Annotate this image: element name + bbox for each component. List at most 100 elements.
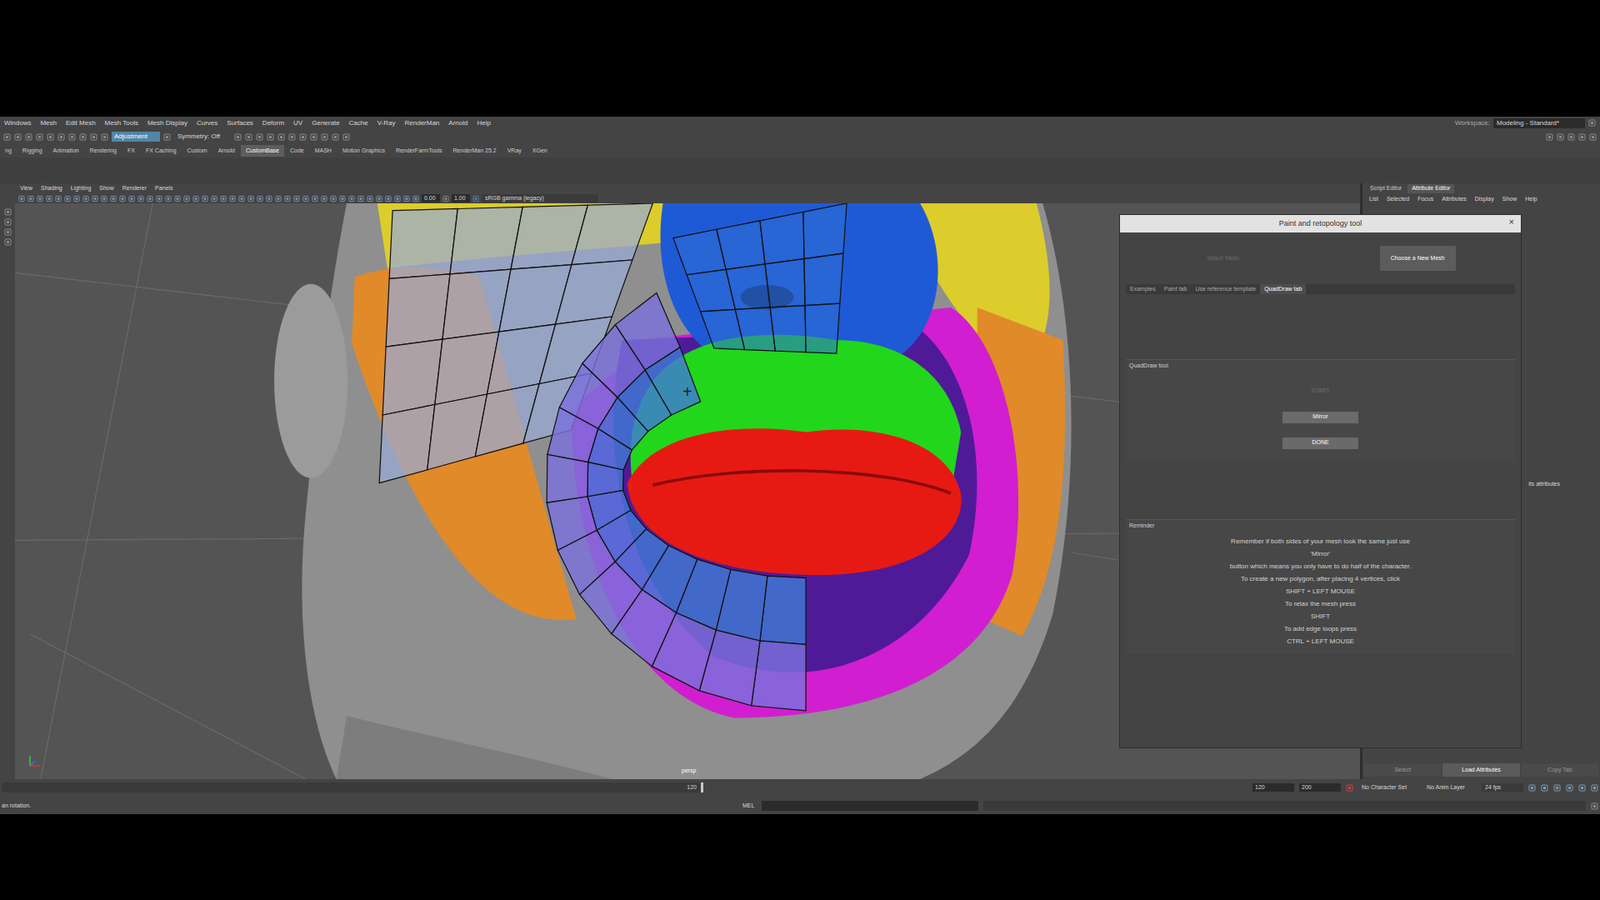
time-slider[interactable]: 120: [1, 782, 704, 793]
editor-button[interactable]: Copy Tab: [1521, 763, 1599, 777]
editor-tab[interactable]: Attribute Editor: [1407, 184, 1455, 194]
layout-icon[interactable]: [1589, 133, 1597, 141]
retopology-dialog[interactable]: Paint and retopology tool×Select MeshCho…: [1119, 214, 1522, 749]
menu-item[interactable]: Mesh: [40, 118, 57, 129]
playback-icon[interactable]: [1540, 784, 1549, 792]
viewport-tool-icon[interactable]: [64, 195, 71, 203]
layout-icon[interactable]: [1578, 133, 1586, 141]
editor-menu-item[interactable]: Focus: [1417, 195, 1434, 205]
quaddraw-button[interactable]: DONE: [1282, 437, 1359, 450]
tool-icon[interactable]: [14, 133, 22, 141]
layout-icon[interactable]: [1556, 133, 1565, 141]
render-icon[interactable]: [320, 133, 329, 141]
fps-dropdown[interactable]: 24 fps: [1481, 783, 1524, 793]
menu-item[interactable]: Mesh Tools: [105, 118, 139, 129]
playback-icon[interactable]: [1590, 784, 1599, 792]
viewport-tool-icon[interactable]: [137, 195, 145, 203]
dialog-tab[interactable]: Paint tab: [1160, 284, 1192, 295]
tool-icon[interactable]: [68, 133, 76, 141]
editor-menu-item[interactable]: List: [1369, 195, 1379, 205]
playback-icon[interactable]: [1578, 784, 1586, 792]
gamma-field[interactable]: 1.00: [451, 194, 470, 204]
shelf-tab[interactable]: FX: [122, 145, 140, 158]
tool-icon[interactable]: [90, 133, 98, 141]
viewport-tool-icon[interactable]: [311, 195, 319, 203]
panel-menu-item[interactable]: Show: [99, 184, 115, 194]
viewport-tool-icon[interactable]: [238, 195, 245, 203]
viewport-tool-icon[interactable]: [27, 195, 35, 203]
tool-icon[interactable]: [57, 133, 65, 141]
dialog-tab[interactable]: Use reference template: [1190, 284, 1260, 295]
viewport-tool-icon[interactable]: [183, 195, 190, 203]
render-icon[interactable]: [310, 133, 318, 141]
menu-item[interactable]: Curves: [196, 118, 218, 129]
viewport-tool-icon[interactable]: [55, 195, 62, 203]
playback-icon[interactable]: [1553, 784, 1561, 792]
viewport-tool-icon[interactable]: [265, 195, 273, 203]
shelf-tab[interactable]: RenderMan 25.2: [448, 145, 502, 158]
viewport-tool-icon[interactable]: [192, 195, 200, 203]
viewport-tool-icon[interactable]: [375, 195, 383, 203]
shelf-tab[interactable]: Rendering: [85, 145, 122, 158]
tool-icon[interactable]: [79, 133, 87, 141]
shelf-tab[interactable]: CustomBase: [240, 145, 285, 158]
viewport-tool-icon[interactable]: [320, 195, 328, 203]
panel-menu-item[interactable]: Lighting: [70, 184, 92, 194]
editor-button[interactable]: Load Attributes: [1442, 763, 1520, 777]
editor-menu-item[interactable]: Attributes: [1441, 195, 1467, 205]
tool-icon[interactable]: [46, 133, 55, 141]
shelf-tab[interactable]: MASH: [310, 145, 337, 158]
shelf-tab[interactable]: Arnold: [213, 145, 240, 158]
layout-icon[interactable]: [1545, 133, 1554, 141]
render-icon[interactable]: [331, 133, 340, 141]
panel-menu-item[interactable]: Panels: [155, 184, 173, 194]
shelf-tab[interactable]: Rigging: [17, 145, 48, 158]
viewport-tool-icon[interactable]: [110, 195, 117, 203]
render-icon[interactable]: [342, 133, 350, 141]
tool-icon[interactable]: [35, 133, 44, 141]
character-set[interactable]: No Character Set: [1358, 783, 1419, 793]
viewport-tool-icon[interactable]: [18, 195, 25, 203]
viewport-tool-icon[interactable]: [210, 195, 218, 203]
viewport-tool-icon[interactable]: [403, 195, 410, 203]
viewport-tool-icon[interactable]: [284, 195, 291, 203]
render-icon[interactable]: [299, 133, 307, 141]
render-icon[interactable]: [234, 133, 242, 141]
editor-tab[interactable]: Script Editor: [1365, 184, 1406, 194]
playback-icon[interactable]: [1528, 784, 1536, 792]
viewport-tool-icon[interactable]: [155, 195, 163, 203]
dialog-tab[interactable]: Examples: [1125, 284, 1160, 295]
viewport-tool-icon[interactable]: [357, 195, 365, 203]
render-icon[interactable]: [277, 133, 285, 141]
viewport-tool-icon[interactable]: [256, 195, 264, 203]
menu-item[interactable]: Surfaces: [226, 118, 254, 129]
shelf-tab[interactable]: Motion Graphics: [337, 145, 390, 158]
shelf-tab[interactable]: VRay: [502, 145, 527, 158]
lock-icon[interactable]: [1588, 119, 1596, 127]
viewport-tool-icon[interactable]: [385, 195, 392, 203]
tool-icon[interactable]: [4, 218, 12, 226]
render-icon[interactable]: [245, 133, 253, 141]
viewport-tool-icon[interactable]: [394, 195, 401, 203]
playback-icon[interactable]: [1565, 784, 1574, 792]
workspace[interactable]: Workspace:Modeling - Standard*: [1455, 118, 1596, 129]
viewport-tool-icon[interactable]: [201, 195, 209, 203]
dialog-title-bar[interactable]: Paint and retopology tool×: [1120, 215, 1521, 233]
tool-icon[interactable]: [3, 133, 11, 141]
tool-icon[interactable]: [100, 133, 109, 141]
shelf-tab[interactable]: Animation: [48, 145, 85, 158]
menu-item[interactable]: Help: [476, 118, 490, 129]
viewport-tool-icon[interactable]: [73, 195, 80, 203]
shelf-tab[interactable]: RenderFarmTools: [390, 145, 448, 158]
anim-layer[interactable]: No Anim Layer: [1423, 783, 1477, 793]
viewport-tool-icon[interactable]: [348, 195, 355, 203]
layout-icon[interactable]: [1567, 133, 1575, 141]
gamma-icon[interactable]: [442, 195, 450, 203]
viewport-tool-icon[interactable]: [330, 195, 337, 203]
viewport-tool-icon[interactable]: [275, 195, 282, 203]
viewport-tool-icon[interactable]: [128, 195, 135, 203]
viewport-tool-icon[interactable]: [91, 195, 99, 203]
quaddraw-button[interactable]: START: [1282, 385, 1359, 398]
menu-item[interactable]: Edit Mesh: [65, 118, 96, 129]
viewport-tool-icon[interactable]: [339, 195, 346, 203]
